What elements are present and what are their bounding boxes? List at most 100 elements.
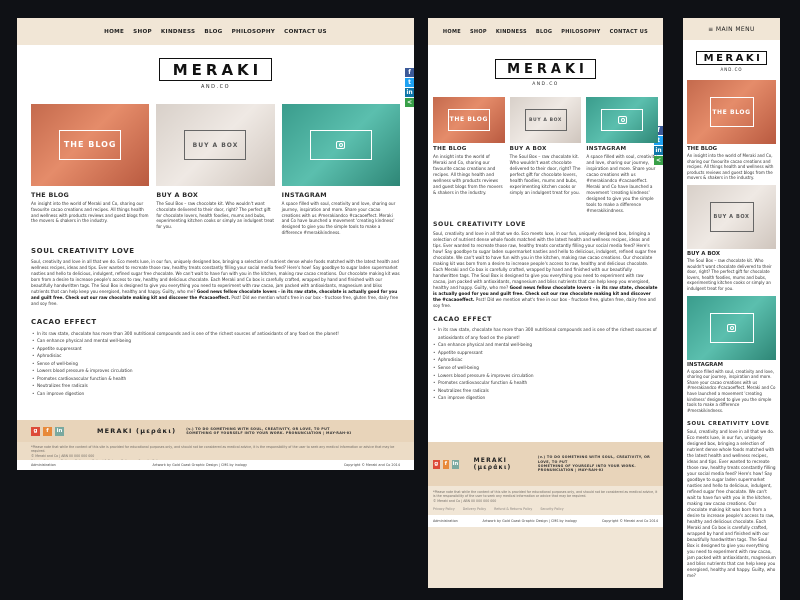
feature-columns: THE BLOG An insight into the world of Me… <box>17 191 414 236</box>
admin-link[interactable]: Administration <box>433 519 458 523</box>
desktop-preview: HOME SHOP KINDNESS BLOG PHILOSOPHY CONTA… <box>17 18 414 470</box>
instagram-tile[interactable] <box>586 97 659 143</box>
footer-links: Privacy Policy Delivery Policy Refund & … <box>428 503 663 515</box>
logo[interactable]: MERAKI AND.CO <box>683 40 780 72</box>
feature-columns: THE BLOG An insight into the world of Me… <box>428 146 663 214</box>
nav-home[interactable]: HOME <box>443 29 461 35</box>
mobile-preview: ≡ MAIN MENU MERAKI AND.CO THE BLOG THE B… <box>683 18 780 600</box>
logo[interactable]: MERAKI AND.CO <box>17 45 414 90</box>
blog-tile[interactable]: THE BLOG <box>687 80 776 144</box>
linkedin-icon[interactable]: in <box>452 459 459 469</box>
instagram-icon <box>727 323 736 332</box>
col-title[interactable]: THE BLOG <box>433 146 505 152</box>
nav-kindness[interactable]: KINDNESS <box>161 29 195 35</box>
facebook-icon[interactable]: f <box>442 459 450 469</box>
col-title[interactable]: INSTAGRAM <box>683 360 780 369</box>
footer-tagline: (v.) TO DO SOMETHING WITH SOUL, CREATIVI… <box>186 427 351 436</box>
nav-shop[interactable]: SHOP <box>470 29 487 35</box>
privacy-link[interactable]: Privacy Policy <box>433 507 455 511</box>
twitter-icon[interactable]: t <box>405 78 414 87</box>
cacao-heading: CACAO EFFECT <box>31 317 97 326</box>
nav-blog[interactable]: BLOG <box>204 29 222 35</box>
list-item: Sense of well-being <box>433 364 658 372</box>
blog-tile[interactable]: THE BLOG <box>433 97 505 143</box>
soul-body: Soul, creativity and love in all that we… <box>433 231 657 290</box>
nav-contact-us[interactable]: CONTACT US <box>610 29 648 35</box>
footer-brand: MERAKI (μεράκι) <box>473 457 512 471</box>
footer-legal: *Please note that while the content of t… <box>17 442 414 458</box>
col-title[interactable]: INSTAGRAM <box>586 146 658 152</box>
nav-shop[interactable]: SHOP <box>133 29 152 35</box>
main-menu-button[interactable]: ≡ MAIN MENU <box>708 26 755 33</box>
instagram-tile[interactable] <box>687 295 776 360</box>
linkedin-icon[interactable]: in <box>405 88 414 97</box>
share-icon[interactable]: < <box>405 98 414 107</box>
nav-home[interactable]: HOME <box>104 29 124 35</box>
facebook-icon[interactable]: f <box>405 68 414 77</box>
admin-link[interactable]: Administration <box>31 463 56 467</box>
nav-philosophy[interactable]: PHILOSOPHY <box>232 29 276 35</box>
blog-tile[interactable]: THE BLOG <box>31 104 150 186</box>
col-text: The Soul Box – raw chocolate kit. Who wo… <box>156 201 275 230</box>
buy-box-tile[interactable]: BUY A BOX <box>156 104 275 186</box>
linkedin-icon[interactable]: in <box>654 146 663 155</box>
nav-kindness[interactable]: KINDNESS <box>496 29 527 35</box>
linkedin-icon[interactable]: in <box>55 426 64 436</box>
social-share-bar: f t in < <box>405 68 414 107</box>
copyright-text: Copyright © Meraki and Co 2014 <box>343 463 400 467</box>
footer-brand: MERAKI (μεράκι) <box>97 427 177 435</box>
blog-tile-label: THE BLOG <box>709 97 754 127</box>
soul-text: Soul, creativity and love in all that we… <box>17 259 414 307</box>
logo[interactable]: MERAKI AND.CO <box>428 45 663 87</box>
soul-heading: SOUL CREATIVITY LOVE <box>687 421 770 428</box>
list-item: Can improve digestion <box>433 394 658 402</box>
nav-philosophy[interactable]: PHILOSOPHY <box>561 29 600 35</box>
legal-text: *Please note that while the content of t… <box>433 490 658 499</box>
footer-bottom: Administration Artwork by Gold Coast Gra… <box>428 515 663 528</box>
list-item: Appetite suppressant <box>32 345 400 353</box>
facebook-icon[interactable]: f <box>43 426 52 436</box>
buy-box-tile[interactable]: BUY A BOX <box>509 97 582 143</box>
list-item: Sense of well-being <box>32 360 400 368</box>
col-title[interactable]: THE BLOG <box>31 191 149 199</box>
google-plus-icon[interactable]: g <box>433 459 440 469</box>
security-link[interactable]: Security Policy <box>540 507 563 511</box>
logo-sub: AND.CO <box>532 82 559 87</box>
col-title[interactable]: INSTAGRAM <box>282 191 400 199</box>
col-text: A space filled with soul, creativity and… <box>586 154 657 213</box>
col-instagram: INSTAGRAM A space filled with soul, crea… <box>282 191 400 236</box>
copyright-text: Copyright © Meraki and Co 2014 <box>601 519 658 524</box>
instagram-tile[interactable] <box>281 104 400 186</box>
col-title[interactable]: BUY A BOX <box>683 249 780 258</box>
cacao-list: In its raw state, chocolate has more tha… <box>17 330 414 398</box>
col-title[interactable]: BUY A BOX <box>156 191 274 199</box>
footer-legal: *Please note that while the content of t… <box>428 486 663 503</box>
nav-blog[interactable]: BLOG <box>536 29 552 35</box>
instagram-frame <box>709 312 754 343</box>
refund-link[interactable]: Refund & Returns Policy <box>494 507 532 511</box>
delivery-link[interactable]: Delivery Policy <box>463 507 486 511</box>
col-title[interactable]: BUY A BOX <box>510 146 582 152</box>
footer: g f in MERAKI (μεράκι) (v.) TO DO SOMETH… <box>17 420 414 470</box>
col-blog: THE BLOG An insight into the world of Me… <box>433 146 505 214</box>
col-instagram: INSTAGRAM A space filled with soul, crea… <box>586 146 658 214</box>
main-nav: HOME SHOP KINDNESS BLOG PHILOSOPHY CONTA… <box>17 18 414 45</box>
share-icon[interactable]: < <box>654 156 663 165</box>
instagram-icon <box>617 116 627 124</box>
list-item: Neutralizes free radicals <box>433 387 658 395</box>
buy-box-tile[interactable]: BUY A BOX <box>687 184 776 249</box>
list-item: Neutralizes free radicals <box>32 382 400 390</box>
col-title[interactable]: THE BLOG <box>683 144 780 153</box>
col-blog: THE BLOG An insight into the world of Me… <box>31 191 149 236</box>
col-box: BUY A BOX The Soul Box – raw chocolate k… <box>156 191 274 236</box>
logo-name: MERAKI <box>695 51 768 65</box>
cacao-list: In its raw state, chocolate has more tha… <box>428 326 663 402</box>
nav-contact-us[interactable]: CONTACT US <box>284 29 327 35</box>
soul-heading: SOUL CREATIVITY LOVE <box>433 221 526 228</box>
google-plus-icon[interactable]: g <box>31 426 40 436</box>
list-item: Promotes cardiovascular function & healt… <box>32 375 400 383</box>
col-text: An insight into the world of Meraki and … <box>687 153 774 181</box>
list-item: Lowers blood pressure & improves circula… <box>32 367 400 375</box>
col-text: An insight into the world of Meraki and … <box>31 201 149 224</box>
tagline-line: SOMETHING OF YOURSELF INTO YOUR WORK. PR… <box>537 464 636 473</box>
